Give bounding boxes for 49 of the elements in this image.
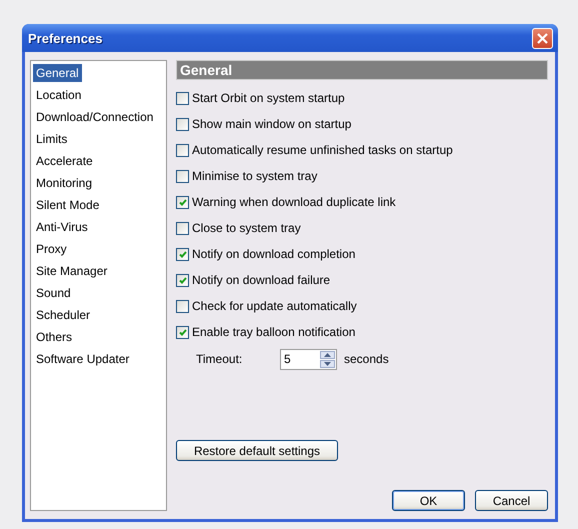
checkbox-label: Enable tray balloon notification <box>192 325 356 339</box>
category-item[interactable]: Proxy <box>33 240 70 258</box>
category-item[interactable]: General <box>33 64 82 82</box>
close-button[interactable] <box>532 28 553 48</box>
checkbox[interactable] <box>176 222 189 234</box>
check-icon <box>178 276 186 284</box>
checkbox-label: Notify on download completion <box>192 247 356 261</box>
category-item[interactable]: Limits <box>33 130 70 148</box>
category-item[interactable]: Silent Mode <box>33 196 102 214</box>
category-item[interactable]: Others <box>33 328 76 346</box>
category-item[interactable]: Monitoring <box>33 174 96 192</box>
window-title: Preferences <box>28 30 102 46</box>
checkbox[interactable] <box>176 196 189 208</box>
close-icon <box>537 32 548 44</box>
checkbox-label: Automatically resume unfinished tasks on startup <box>192 143 453 157</box>
down-arrow-icon <box>324 362 331 366</box>
checkbox-label: Start Orbit on system startup <box>192 91 345 105</box>
checkbox-label: Check for update automatically <box>192 299 357 313</box>
seconds-label: seconds <box>344 352 389 366</box>
checkbox[interactable] <box>176 274 189 286</box>
category-item[interactable]: Software Updater <box>33 350 132 368</box>
category-item[interactable]: Anti-Virus <box>33 218 91 236</box>
check-icon <box>178 250 186 258</box>
category-item[interactable]: Location <box>33 86 84 104</box>
checkbox-label: Close to system tray <box>192 221 301 235</box>
check-icon <box>178 328 186 336</box>
checkbox[interactable] <box>176 170 189 182</box>
section-heading: General <box>176 60 548 80</box>
checkbox[interactable] <box>176 144 189 156</box>
category-item[interactable]: Download/Connection <box>33 108 156 126</box>
category-item[interactable]: Site Manager <box>33 262 110 280</box>
timeout-label: Timeout: <box>196 352 244 366</box>
checkbox[interactable] <box>176 300 189 312</box>
category-item[interactable]: Scheduler <box>33 306 94 324</box>
checkbox-label: Show main window on startup <box>192 117 352 131</box>
checkbox[interactable] <box>176 118 189 130</box>
checkbox[interactable] <box>176 326 189 338</box>
check-icon <box>178 198 186 206</box>
cancel-button[interactable]: Cancel <box>475 490 548 511</box>
category-item[interactable]: Accelerate <box>33 152 96 170</box>
checkbox-label: Minimise to system tray <box>192 169 318 183</box>
category-item[interactable]: Sound <box>33 284 74 302</box>
restore-defaults-button[interactable]: Restore default settings <box>176 440 338 461</box>
checkbox-label: Warning when download duplicate link <box>192 195 396 209</box>
checkbox[interactable] <box>176 248 189 260</box>
ok-button[interactable]: OK <box>392 490 465 511</box>
up-arrow-icon <box>324 352 331 356</box>
checkbox[interactable] <box>176 92 189 104</box>
checkbox-label: Notify on download failure <box>192 273 330 287</box>
